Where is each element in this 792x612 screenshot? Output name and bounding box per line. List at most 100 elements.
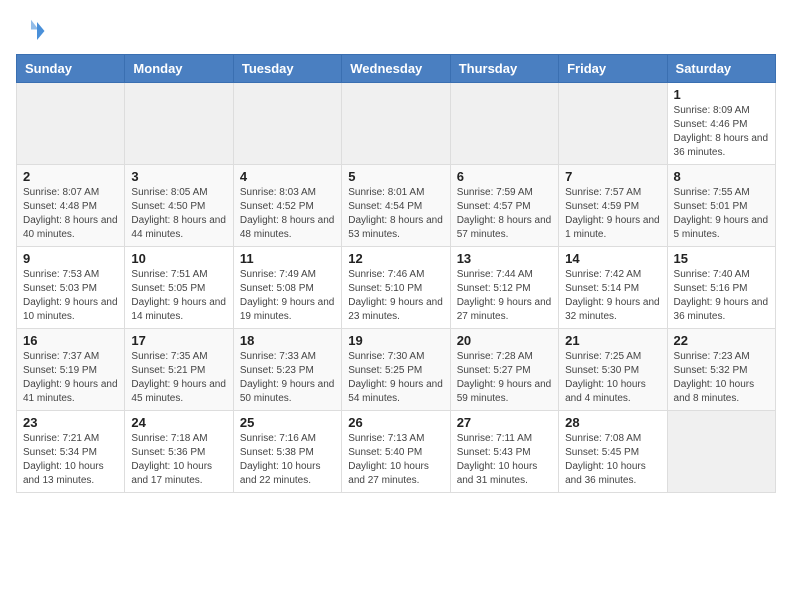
weekday-header-tuesday: Tuesday: [233, 55, 341, 83]
day-info: Sunrise: 7:55 AM Sunset: 5:01 PM Dayligh…: [674, 186, 769, 242]
day-number: 2: [23, 169, 118, 184]
day-info: Sunrise: 8:05 AM Sunset: 4:50 PM Dayligh…: [131, 186, 226, 242]
day-number: 26: [348, 415, 443, 430]
day-info: Sunrise: 8:07 AM Sunset: 4:48 PM Dayligh…: [23, 186, 118, 242]
day-info: Sunrise: 7:18 AM Sunset: 5:36 PM Dayligh…: [131, 432, 226, 488]
weekday-header-wednesday: Wednesday: [342, 55, 450, 83]
day-number: 23: [23, 415, 118, 430]
calendar-cell: 14 Sunrise: 7:42 AM Sunset: 5:14 PM Dayli…: [559, 247, 667, 329]
day-number: 28: [565, 415, 660, 430]
calendar-cell: 24 Sunrise: 7:18 AM Sunset: 5:36 PM Dayli…: [125, 411, 233, 493]
calendar-cell: 23Sunrise: 7:21 AM Sunset: 5:34 PM Dayli…: [17, 411, 125, 493]
day-info: Sunrise: 7:53 AM Sunset: 5:03 PM Dayligh…: [23, 268, 118, 324]
day-info: Sunrise: 7:23 AM Sunset: 5:32 PM Dayligh…: [674, 350, 769, 406]
day-info: Sunrise: 7:13 AM Sunset: 5:40 PM Dayligh…: [348, 432, 443, 488]
logo-icon: [16, 16, 46, 46]
calendar-cell: 16 Sunrise: 7:37 AM Sunset: 5:19 PM Dayli…: [17, 329, 125, 411]
calendar-cell: 13 Sunrise: 7:44 AM Sunset: 5:12 PM Dayli…: [450, 247, 558, 329]
logo: [16, 16, 50, 46]
calendar-cell: 21 Sunrise: 7:25 AM Sunset: 5:30 PM Dayli…: [559, 329, 667, 411]
day-info: Sunrise: 7:46 AM Sunset: 5:10 PM Dayligh…: [348, 268, 443, 324]
calendar-week-1: 2 Sunrise: 8:07 AM Sunset: 4:48 PM Daylig…: [17, 165, 776, 247]
day-info: Sunrise: 7:59 AM Sunset: 4:57 PM Dayligh…: [457, 186, 552, 242]
calendar-week-3: 16 Sunrise: 7:37 AM Sunset: 5:19 PM Dayli…: [17, 329, 776, 411]
day-info: Sunrise: 7:35 AM Sunset: 5:21 PM Dayligh…: [131, 350, 226, 406]
day-number: 24: [131, 415, 226, 430]
calendar-cell: 22 Sunrise: 7:23 AM Sunset: 5:32 PM Dayli…: [667, 329, 775, 411]
day-number: 20: [457, 333, 552, 348]
calendar-cell: 7Sunrise: 7:57 AM Sunset: 4:59 PM Daylig…: [559, 165, 667, 247]
day-number: 3: [131, 169, 226, 184]
day-number: 11: [240, 251, 335, 266]
calendar-cell: [667, 411, 775, 493]
day-info: Sunrise: 7:40 AM Sunset: 5:16 PM Dayligh…: [674, 268, 769, 324]
calendar-cell: 5 Sunrise: 8:01 AM Sunset: 4:54 PM Daylig…: [342, 165, 450, 247]
day-info: Sunrise: 8:09 AM Sunset: 4:46 PM Dayligh…: [674, 104, 769, 160]
weekday-header-sunday: Sunday: [17, 55, 125, 83]
day-number: 5: [348, 169, 443, 184]
calendar-week-2: 9 Sunrise: 7:53 AM Sunset: 5:03 PM Daylig…: [17, 247, 776, 329]
calendar-cell: 19 Sunrise: 7:30 AM Sunset: 5:25 PM Dayli…: [342, 329, 450, 411]
day-number: 8: [674, 169, 769, 184]
calendar-cell: [125, 83, 233, 165]
day-number: 9: [23, 251, 118, 266]
calendar-body: 1Sunrise: 8:09 AM Sunset: 4:46 PM Daylig…: [17, 83, 776, 493]
day-info: Sunrise: 7:28 AM Sunset: 5:27 PM Dayligh…: [457, 350, 552, 406]
day-number: 14: [565, 251, 660, 266]
page: SundayMondayTuesdayWednesdayThursdayFrid…: [0, 0, 792, 509]
calendar-cell: 2 Sunrise: 8:07 AM Sunset: 4:48 PM Daylig…: [17, 165, 125, 247]
day-info: Sunrise: 7:49 AM Sunset: 5:08 PM Dayligh…: [240, 268, 335, 324]
calendar-cell: 1Sunrise: 8:09 AM Sunset: 4:46 PM Daylig…: [667, 83, 775, 165]
weekday-header-monday: Monday: [125, 55, 233, 83]
day-info: Sunrise: 7:08 AM Sunset: 5:45 PM Dayligh…: [565, 432, 660, 488]
day-info: Sunrise: 7:16 AM Sunset: 5:38 PM Dayligh…: [240, 432, 335, 488]
day-number: 19: [348, 333, 443, 348]
day-number: 17: [131, 333, 226, 348]
day-number: 21: [565, 333, 660, 348]
day-number: 13: [457, 251, 552, 266]
calendar-cell: 20 Sunrise: 7:28 AM Sunset: 5:27 PM Dayli…: [450, 329, 558, 411]
calendar-cell: 28 Sunrise: 7:08 AM Sunset: 5:45 PM Dayli…: [559, 411, 667, 493]
calendar-cell: 17 Sunrise: 7:35 AM Sunset: 5:21 PM Dayli…: [125, 329, 233, 411]
weekday-header-row: SundayMondayTuesdayWednesdayThursdayFrid…: [17, 55, 776, 83]
day-number: 16: [23, 333, 118, 348]
day-number: 22: [674, 333, 769, 348]
calendar-cell: [450, 83, 558, 165]
calendar-cell: 27Sunrise: 7:11 AM Sunset: 5:43 PM Dayli…: [450, 411, 558, 493]
day-info: Sunrise: 7:44 AM Sunset: 5:12 PM Dayligh…: [457, 268, 552, 324]
calendar-cell: [559, 83, 667, 165]
calendar-cell: 8 Sunrise: 7:55 AM Sunset: 5:01 PM Daylig…: [667, 165, 775, 247]
header-area: [16, 16, 776, 46]
calendar-cell: 9 Sunrise: 7:53 AM Sunset: 5:03 PM Daylig…: [17, 247, 125, 329]
day-info: Sunrise: 7:25 AM Sunset: 5:30 PM Dayligh…: [565, 350, 660, 406]
day-info: Sunrise: 7:51 AM Sunset: 5:05 PM Dayligh…: [131, 268, 226, 324]
day-number: 15: [674, 251, 769, 266]
calendar-cell: 25 Sunrise: 7:16 AM Sunset: 5:38 PM Dayli…: [233, 411, 341, 493]
weekday-header-saturday: Saturday: [667, 55, 775, 83]
calendar-header: SundayMondayTuesdayWednesdayThursdayFrid…: [17, 55, 776, 83]
day-number: 25: [240, 415, 335, 430]
calendar-cell: [342, 83, 450, 165]
calendar-cell: [233, 83, 341, 165]
day-info: Sunrise: 8:01 AM Sunset: 4:54 PM Dayligh…: [348, 186, 443, 242]
calendar-cell: 10 Sunrise: 7:51 AM Sunset: 5:05 PM Dayli…: [125, 247, 233, 329]
calendar-cell: 3 Sunrise: 8:05 AM Sunset: 4:50 PM Daylig…: [125, 165, 233, 247]
day-number: 10: [131, 251, 226, 266]
day-info: Sunrise: 7:42 AM Sunset: 5:14 PM Dayligh…: [565, 268, 660, 324]
day-number: 7: [565, 169, 660, 184]
day-info: Sunrise: 7:30 AM Sunset: 5:25 PM Dayligh…: [348, 350, 443, 406]
day-number: 18: [240, 333, 335, 348]
day-number: 12: [348, 251, 443, 266]
day-info: Sunrise: 7:33 AM Sunset: 5:23 PM Dayligh…: [240, 350, 335, 406]
day-info: Sunrise: 7:37 AM Sunset: 5:19 PM Dayligh…: [23, 350, 118, 406]
calendar-cell: [17, 83, 125, 165]
weekday-header-thursday: Thursday: [450, 55, 558, 83]
calendar-cell: 12 Sunrise: 7:46 AM Sunset: 5:10 PM Dayli…: [342, 247, 450, 329]
calendar-cell: 4 Sunrise: 8:03 AM Sunset: 4:52 PM Daylig…: [233, 165, 341, 247]
day-number: 4: [240, 169, 335, 184]
day-number: 6: [457, 169, 552, 184]
day-info: Sunrise: 7:11 AM Sunset: 5:43 PM Dayligh…: [457, 432, 552, 488]
day-info: Sunrise: 8:03 AM Sunset: 4:52 PM Dayligh…: [240, 186, 335, 242]
calendar-week-0: 1Sunrise: 8:09 AM Sunset: 4:46 PM Daylig…: [17, 83, 776, 165]
calendar-week-4: 23Sunrise: 7:21 AM Sunset: 5:34 PM Dayli…: [17, 411, 776, 493]
